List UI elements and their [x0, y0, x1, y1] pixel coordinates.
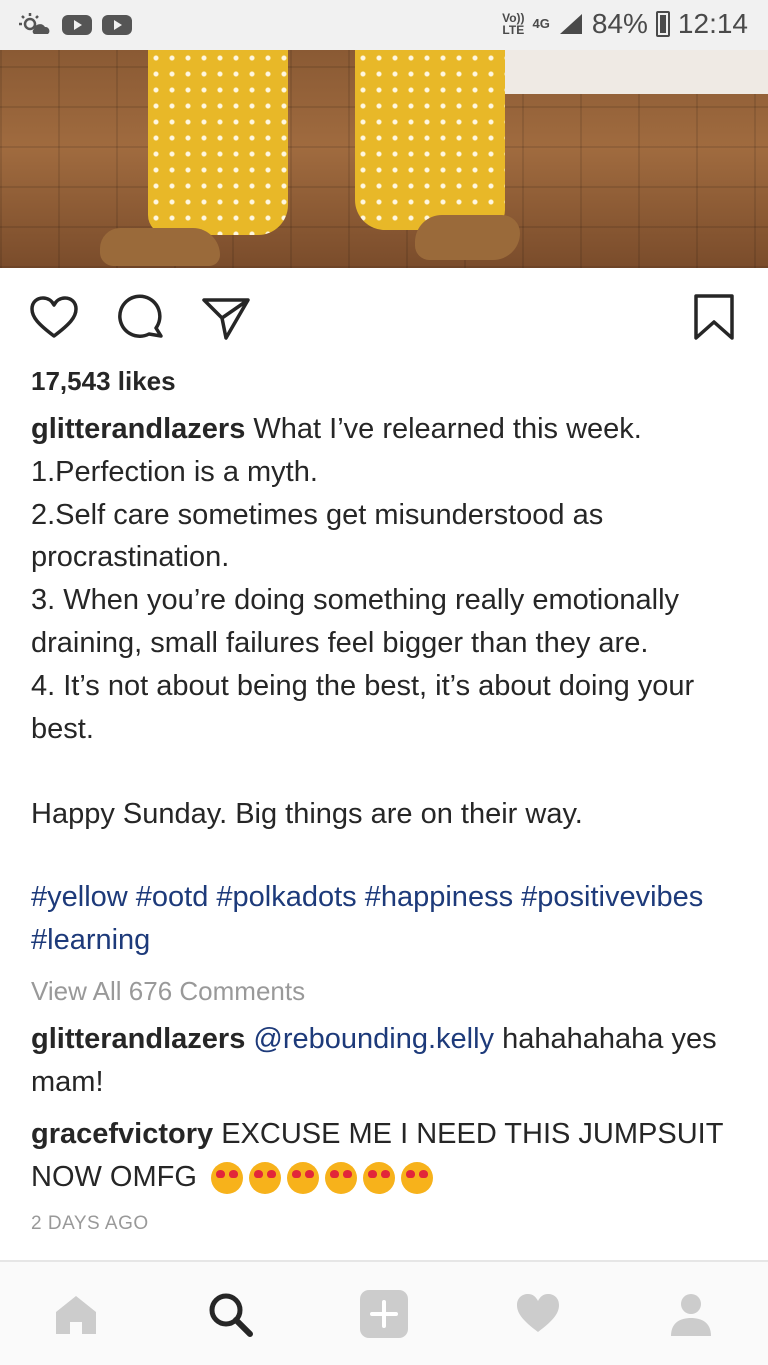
battery-percent: 84%	[591, 8, 648, 39]
volte-bottom-label: LTE	[502, 23, 525, 37]
signal-icon	[559, 14, 582, 34]
comment-username[interactable]: gracefvictory	[31, 1118, 213, 1150]
youtube-notification-icon	[62, 15, 92, 35]
status-left-icons	[18, 12, 132, 38]
photo-polka-dot-pant-left	[148, 50, 288, 235]
paper-plane-icon[interactable]	[200, 292, 252, 344]
bookmark-icon[interactable]	[688, 292, 740, 344]
comment-username[interactable]: glitterandlazers	[31, 1023, 245, 1055]
heart-eyes-emoji-icon	[210, 1162, 243, 1195]
post-timestamp: 2 DAYS AGO	[31, 1213, 149, 1234]
photo-wall	[498, 50, 768, 94]
photo-shoe-left	[100, 228, 220, 266]
heart-eyes-emoji-icon	[400, 1162, 433, 1195]
add-post-icon[interactable]	[358, 1288, 410, 1340]
battery-icon	[655, 11, 670, 37]
status-bar: Vo)) LTE 4G 84% 12:14	[0, 0, 768, 50]
caption-text: What I’ve relearned this week. 1.Perfect…	[31, 413, 695, 831]
youtube-notification-icon	[102, 15, 132, 35]
comment-item: glitterandlazers @rebounding.kelly hahah…	[31, 1018, 731, 1104]
comment-bubble-icon[interactable]	[116, 292, 168, 344]
likes-count[interactable]: 17,543 likes	[31, 366, 176, 397]
activity-heart-icon[interactable]	[514, 1290, 562, 1338]
heart-eyes-emoji-icon	[362, 1162, 395, 1195]
caption-username[interactable]: glitterandlazers	[31, 413, 245, 445]
profile-icon[interactable]	[667, 1290, 715, 1338]
bottom-nav	[0, 1260, 768, 1365]
photo-polka-dot-pant-right	[355, 50, 505, 230]
weather-sun-icon	[19, 13, 50, 34]
post-photo[interactable]	[0, 50, 768, 268]
post-actions	[0, 268, 768, 360]
clock: 12:14	[677, 8, 748, 39]
search-icon[interactable]	[206, 1290, 254, 1338]
network-type: 4G	[532, 16, 550, 31]
caption-hashtags[interactable]: #yellow #ootd #polkadots #happiness #pos…	[31, 876, 731, 962]
photo-shoe-right	[415, 215, 520, 260]
comment-mention[interactable]: @rebounding.kelly	[253, 1023, 494, 1055]
heart-eyes-emoji-icon	[286, 1162, 319, 1195]
heart-outline-icon[interactable]	[28, 292, 80, 344]
volte-indicator: Vo)) LTE	[502, 12, 524, 36]
home-icon[interactable]	[52, 1290, 100, 1338]
view-all-comments-link[interactable]: View All 676 Comments	[31, 976, 305, 1007]
post-caption: glitterandlazers What I’ve relearned thi…	[31, 408, 731, 836]
status-right-icons: Vo)) LTE 4G 84% 12:14	[502, 8, 748, 40]
heart-eyes-emoji-row	[210, 1162, 433, 1195]
heart-eyes-emoji-icon	[324, 1162, 357, 1195]
heart-eyes-emoji-icon	[248, 1162, 281, 1195]
comment-item: gracefvictory EXCUSE ME I NEED THIS JUMP…	[31, 1113, 731, 1199]
